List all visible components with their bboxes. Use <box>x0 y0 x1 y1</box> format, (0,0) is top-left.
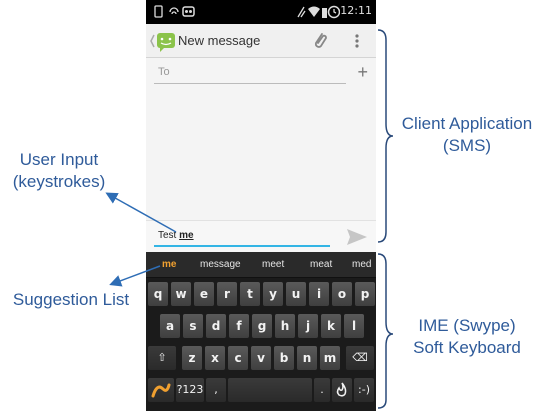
compose-field[interactable]: Test me <box>146 220 376 252</box>
client-app-annotation: Client Application (SMS) <box>394 113 540 157</box>
key-letter[interactable]: a <box>160 314 180 338</box>
key-letter[interactable]: t <box>240 282 260 306</box>
attach-icon[interactable] <box>312 31 328 51</box>
swype-key[interactable] <box>148 378 174 402</box>
user-input-label-line2: (keystrokes) <box>12 172 106 191</box>
key-letter[interactable]: b <box>274 346 294 370</box>
ime-brace <box>377 253 394 409</box>
user-input-annotation: User Input (keystrokes) <box>2 149 116 193</box>
backspace-key[interactable]: ⌫ <box>346 346 374 370</box>
user-input-label-line1: User Input <box>19 150 99 169</box>
key-letter[interactable]: w <box>171 282 191 306</box>
emoticon-key[interactable]: :-) <box>354 378 374 402</box>
client-app-brace <box>377 29 394 243</box>
key-letter[interactable]: d <box>206 314 226 338</box>
sms-app: New message To + Test me <box>146 24 376 252</box>
key-letter[interactable]: r <box>217 282 237 306</box>
recipient-field[interactable]: To + <box>152 62 372 86</box>
key-letter[interactable]: c <box>228 346 248 370</box>
key-letter[interactable]: o <box>332 282 352 306</box>
key-letter[interactable]: n <box>297 346 317 370</box>
key-letter[interactable]: p <box>355 282 375 306</box>
flame-icon <box>336 382 347 397</box>
status-time: 12:11 <box>340 4 372 17</box>
key-letter[interactable]: z <box>182 346 202 370</box>
key-letter[interactable]: j <box>298 314 318 338</box>
suggestion-list-annotation: Suggestion List <box>4 289 138 311</box>
suggestion-item[interactable]: meet <box>262 259 284 270</box>
send-icon[interactable] <box>346 227 368 247</box>
ime-annotation: IME (Swype) Soft Keyboard <box>400 315 534 359</box>
key-letter[interactable]: k <box>321 314 341 338</box>
key-letter[interactable]: m <box>320 346 340 370</box>
suggestion-item-active[interactable]: me <box>162 259 176 270</box>
key-letter[interactable]: h <box>275 314 295 338</box>
key-letter[interactable]: g <box>252 314 272 338</box>
key-letter[interactable]: u <box>286 282 306 306</box>
system-icons <box>297 5 340 19</box>
overflow-menu-icon[interactable] <box>354 33 360 51</box>
key-letter[interactable]: e <box>194 282 214 306</box>
shift-key[interactable]: ⇧ <box>148 346 176 370</box>
suggestion-item[interactable]: meat <box>310 259 332 270</box>
soft-keyboard: me message meet meat med qwertyuiop asdfghjkl… <box>146 252 376 411</box>
suggestion-list-label: Suggestion List <box>12 290 130 309</box>
ime-label-line1: IME (Swype) <box>418 316 516 335</box>
compose-current-word: me <box>179 230 194 241</box>
space-key[interactable] <box>228 378 312 402</box>
add-contact-icon[interactable]: + <box>357 62 368 83</box>
compose-text: Test me <box>158 230 194 241</box>
messaging-app-icon[interactable] <box>150 31 176 53</box>
notification-icons <box>154 5 195 18</box>
key-letter[interactable]: q <box>148 282 168 306</box>
key-letter[interactable]: l <box>344 314 364 338</box>
compose-underline <box>154 245 330 247</box>
client-app-label-line2: (SMS) <box>442 136 492 155</box>
key-letter[interactable]: i <box>309 282 329 306</box>
to-label: To <box>158 66 170 78</box>
key-letter[interactable]: y <box>263 282 283 306</box>
suggestion-item[interactable]: med <box>352 259 371 270</box>
status-bar: 12:11 <box>146 0 376 24</box>
key-letter[interactable]: x <box>205 346 225 370</box>
client-app-label-line1: Client Application <box>401 114 533 133</box>
phone-screenshot: 12:11 New message To + Test me me messag… <box>146 0 376 411</box>
app-title: New message <box>178 33 261 48</box>
suggestion-list: me message meet meat med <box>146 252 376 278</box>
action-bar: New message <box>146 24 376 58</box>
dragon-key[interactable] <box>332 378 352 402</box>
symbols-key[interactable]: ?123 <box>176 378 204 402</box>
suggestion-item[interactable]: message <box>200 259 241 270</box>
comma-key[interactable]: , <box>206 378 226 402</box>
key-letter[interactable]: v <box>251 346 271 370</box>
period-key[interactable]: . <box>314 378 330 402</box>
compose-prefix: Test <box>158 230 180 241</box>
ime-label-line2: Soft Keyboard <box>413 338 521 357</box>
key-letter[interactable]: f <box>229 314 249 338</box>
to-underline <box>154 83 346 84</box>
key-letter[interactable]: s <box>183 314 203 338</box>
swype-icon <box>151 383 171 398</box>
